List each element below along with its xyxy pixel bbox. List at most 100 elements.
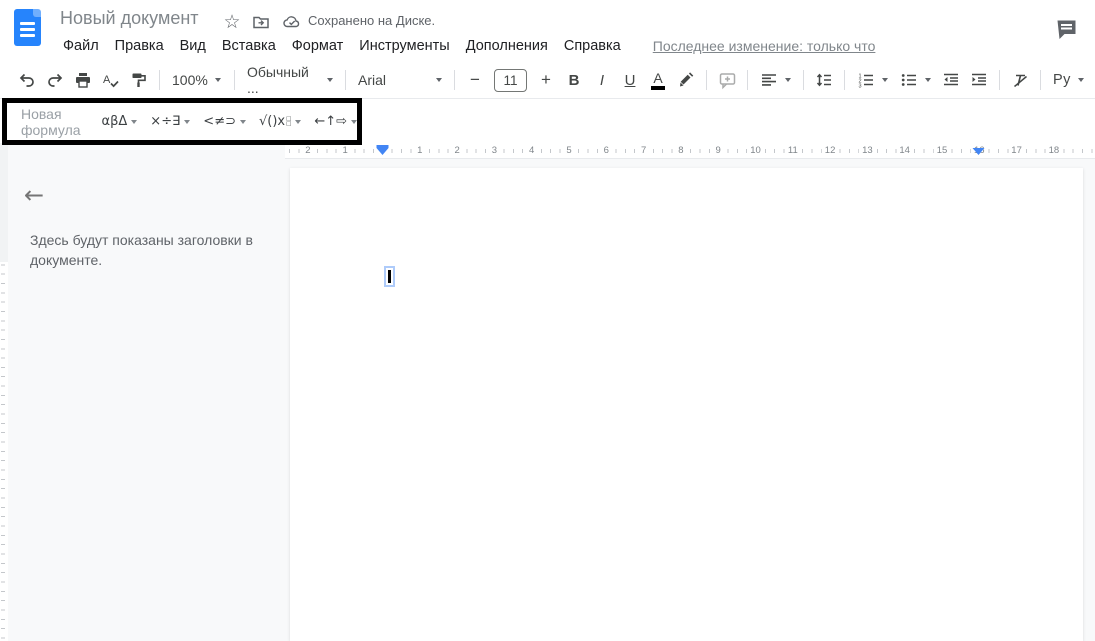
spellcheck-button[interactable]: A [97, 66, 125, 94]
bulleted-list-icon [900, 71, 918, 89]
relations-dropdown[interactable]: <≠⊃ [203, 114, 246, 129]
decrease-indent-button[interactable] [937, 66, 965, 94]
paint-format-button[interactable] [125, 66, 153, 94]
font-size-input[interactable]: 11 [494, 69, 527, 92]
menu-tools[interactable]: Инструменты [351, 35, 457, 57]
misc-operations-label: ×÷∃ [150, 114, 180, 129]
menu-edit[interactable]: Правка [107, 35, 172, 57]
text-color-button[interactable]: A [644, 66, 672, 94]
bold-button[interactable]: B [560, 66, 588, 94]
toolbar: A 100% Обычный ... Arial − 11 + B I U A … [0, 62, 1095, 99]
font-dropdown[interactable]: Arial [352, 66, 448, 94]
font-value: Arial [358, 72, 429, 88]
align-dropdown[interactable] [754, 66, 797, 94]
chevron-down-icon [785, 78, 791, 82]
ruler-number: 13 [859, 145, 876, 157]
text-color-label: A [653, 71, 662, 85]
paragraph-style-dropdown[interactable]: Обычный ... [241, 66, 339, 94]
chevron-down-icon [240, 120, 246, 124]
ruler-number: 14 [896, 145, 913, 157]
ruler-strip: 21123456789101112131415161718 [0, 143, 1095, 159]
print-button[interactable] [69, 66, 97, 94]
arrows-dropdown[interactable]: ←↑⇨ [314, 114, 357, 129]
sup-sub-boxes: □□ [286, 117, 291, 127]
menu-file[interactable]: Файл [55, 35, 107, 57]
redo-button[interactable] [41, 66, 69, 94]
ruler-number: 12 [822, 145, 839, 157]
ruler-indent-marker[interactable] [376, 148, 388, 161]
ruler-number: 17 [1008, 145, 1025, 157]
last-edit-link[interactable]: Последнее изменение: только что [653, 38, 876, 54]
clear-formatting-button[interactable] [1006, 66, 1034, 94]
menu-help[interactable]: Справка [556, 35, 629, 57]
document-title[interactable]: Новый документ [60, 8, 199, 29]
document-page[interactable] [290, 168, 1083, 641]
equation-toolbar-highlight: Новая формула αβΔ ×÷∃ <≠⊃ √()x□□ ←↑⇨ [2, 98, 362, 145]
misc-operations-dropdown[interactable]: ×÷∃ [150, 114, 190, 129]
menu-format[interactable]: Формат [284, 35, 352, 57]
input-tools-label: Ру [1053, 72, 1071, 88]
ruler-number: 11 [785, 145, 801, 157]
menu-view[interactable]: Вид [172, 35, 214, 57]
paragraph-style-value: Обычный ... [247, 64, 320, 96]
close-outline-arrow-icon[interactable]: ← [24, 181, 44, 209]
zoom-value: 100% [172, 72, 208, 88]
greek-letters-dropdown[interactable]: αβΔ [102, 114, 138, 129]
equation-insertion-box[interactable] [384, 266, 395, 287]
menu-insert[interactable]: Вставка [214, 35, 284, 57]
ruler-number: 4 [526, 145, 537, 157]
ruler-number: 2 [451, 145, 462, 157]
menu-addons[interactable]: Дополнения [458, 35, 556, 57]
ruler-number: 9 [713, 145, 724, 157]
line-spacing-button[interactable] [810, 66, 838, 94]
increase-indent-button[interactable] [965, 66, 993, 94]
increase-font-size-button[interactable]: + [532, 66, 560, 94]
ruler-indent-marker[interactable] [973, 148, 985, 161]
cloud-saved-icon[interactable] [281, 11, 303, 33]
bulleted-list-dropdown[interactable] [894, 66, 937, 94]
outline-hint-text: Здесь будут показаны заголовки в докумен… [30, 230, 275, 270]
chevron-down-icon [1078, 78, 1084, 82]
header: Новый документ ☆ Сохранено на Диске. Фай… [0, 0, 1095, 62]
horizontal-ruler[interactable]: 21123456789101112131415161718 [285, 143, 1095, 159]
ruler-number: 8 [675, 145, 686, 157]
chevron-down-icon [215, 78, 221, 82]
chevron-down-icon [882, 78, 888, 82]
ruler-number: 18 [1046, 145, 1063, 157]
chevron-down-icon [295, 120, 301, 124]
move-to-folder-icon[interactable] [250, 11, 272, 33]
ruler-number: 15 [934, 145, 951, 157]
ruler-number: 7 [638, 145, 649, 157]
saved-status: Сохранено на Диске. [308, 13, 435, 28]
new-equation-label: Новая формула [21, 106, 89, 138]
input-tools-dropdown[interactable]: Ру [1047, 66, 1090, 94]
decrease-font-size-button[interactable]: − [461, 66, 489, 94]
undo-button[interactable] [13, 66, 41, 94]
menu-bar: Файл Правка Вид Вставка Формат Инструмен… [55, 35, 875, 57]
numbered-list-dropdown[interactable]: 123 [851, 66, 894, 94]
star-icon[interactable]: ☆ [221, 11, 243, 33]
text-color-swatch [651, 86, 665, 90]
chevron-down-icon [436, 78, 442, 82]
underline-button[interactable]: U [616, 66, 644, 94]
math-operations-label: √()x [259, 114, 285, 129]
ruler-number: 3 [489, 145, 500, 157]
chevron-down-icon [351, 120, 357, 124]
highlight-color-button[interactable] [672, 66, 700, 94]
comments-icon[interactable] [1054, 17, 1079, 42]
chevron-down-icon [184, 120, 190, 124]
math-operations-dropdown[interactable]: √()x□□ [259, 114, 301, 129]
ruler-number: 2 [302, 145, 313, 157]
vertical-ruler[interactable] [0, 143, 8, 641]
align-left-icon [760, 71, 778, 89]
numbered-list-icon: 123 [857, 71, 875, 89]
content-area: ← Здесь будут показаны заголовки в докум… [8, 159, 1095, 641]
svg-text:A: A [103, 74, 111, 86]
italic-button[interactable]: I [588, 66, 616, 94]
google-docs-logo-icon[interactable] [14, 9, 41, 46]
svg-text:3: 3 [859, 84, 862, 90]
greek-letters-label: αβΔ [102, 114, 128, 129]
zoom-dropdown[interactable]: 100% [166, 66, 228, 94]
relations-label: <≠⊃ [203, 114, 236, 129]
add-comment-button [713, 66, 741, 94]
